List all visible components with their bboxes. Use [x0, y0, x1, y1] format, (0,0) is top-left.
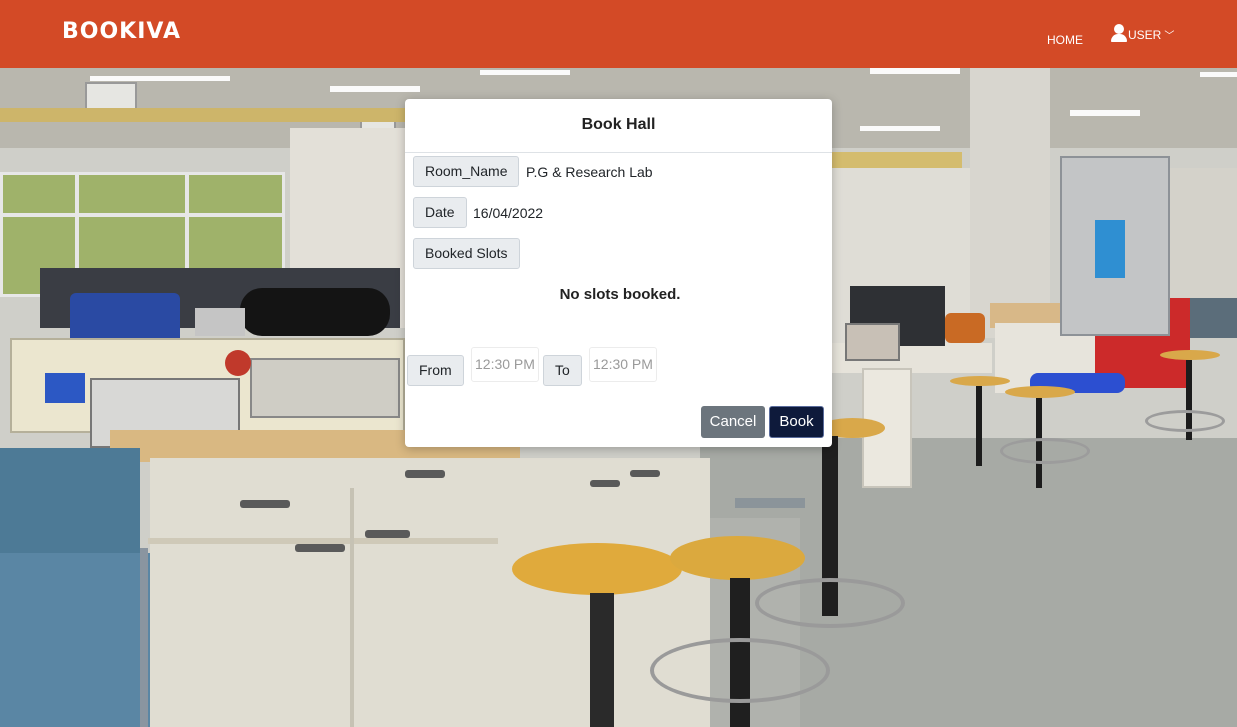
to-time-input[interactable]: 12:30 PM — [589, 347, 657, 382]
modal-divider — [405, 152, 832, 153]
from-time-input[interactable]: 12:30 PM — [471, 347, 539, 382]
brand-logo[interactable]: BOOKIVA — [62, 19, 181, 44]
date-label: Date — [413, 197, 467, 228]
book-hall-modal: Book Hall Room_Name P.G & Research Lab D… — [405, 99, 832, 447]
top-navbar: BOOKIVA HOME USER ﹀ — [0, 0, 1237, 68]
user-menu-toggle[interactable]: USER ﹀ — [1111, 24, 1174, 42]
date-value: 16/04/2022 — [473, 205, 544, 221]
book-button[interactable]: Book — [769, 406, 824, 438]
room-name-value: P.G & Research Lab — [526, 164, 653, 180]
booked-slots-label: Booked Slots — [413, 238, 520, 269]
no-slots-message: No slots booked. — [559, 286, 681, 303]
to-label: To — [543, 355, 582, 386]
nav-home-link[interactable]: HOME — [1047, 33, 1083, 47]
from-label: From — [407, 355, 464, 386]
user-menu-label: USER — [1128, 28, 1162, 42]
user-icon — [1111, 24, 1127, 42]
cancel-button[interactable]: Cancel — [701, 406, 765, 438]
modal-title: Book Hall — [581, 116, 656, 133]
room-name-label: Room_Name — [413, 156, 520, 187]
chevron-down-icon: ﹀ — [1164, 31, 1175, 42]
